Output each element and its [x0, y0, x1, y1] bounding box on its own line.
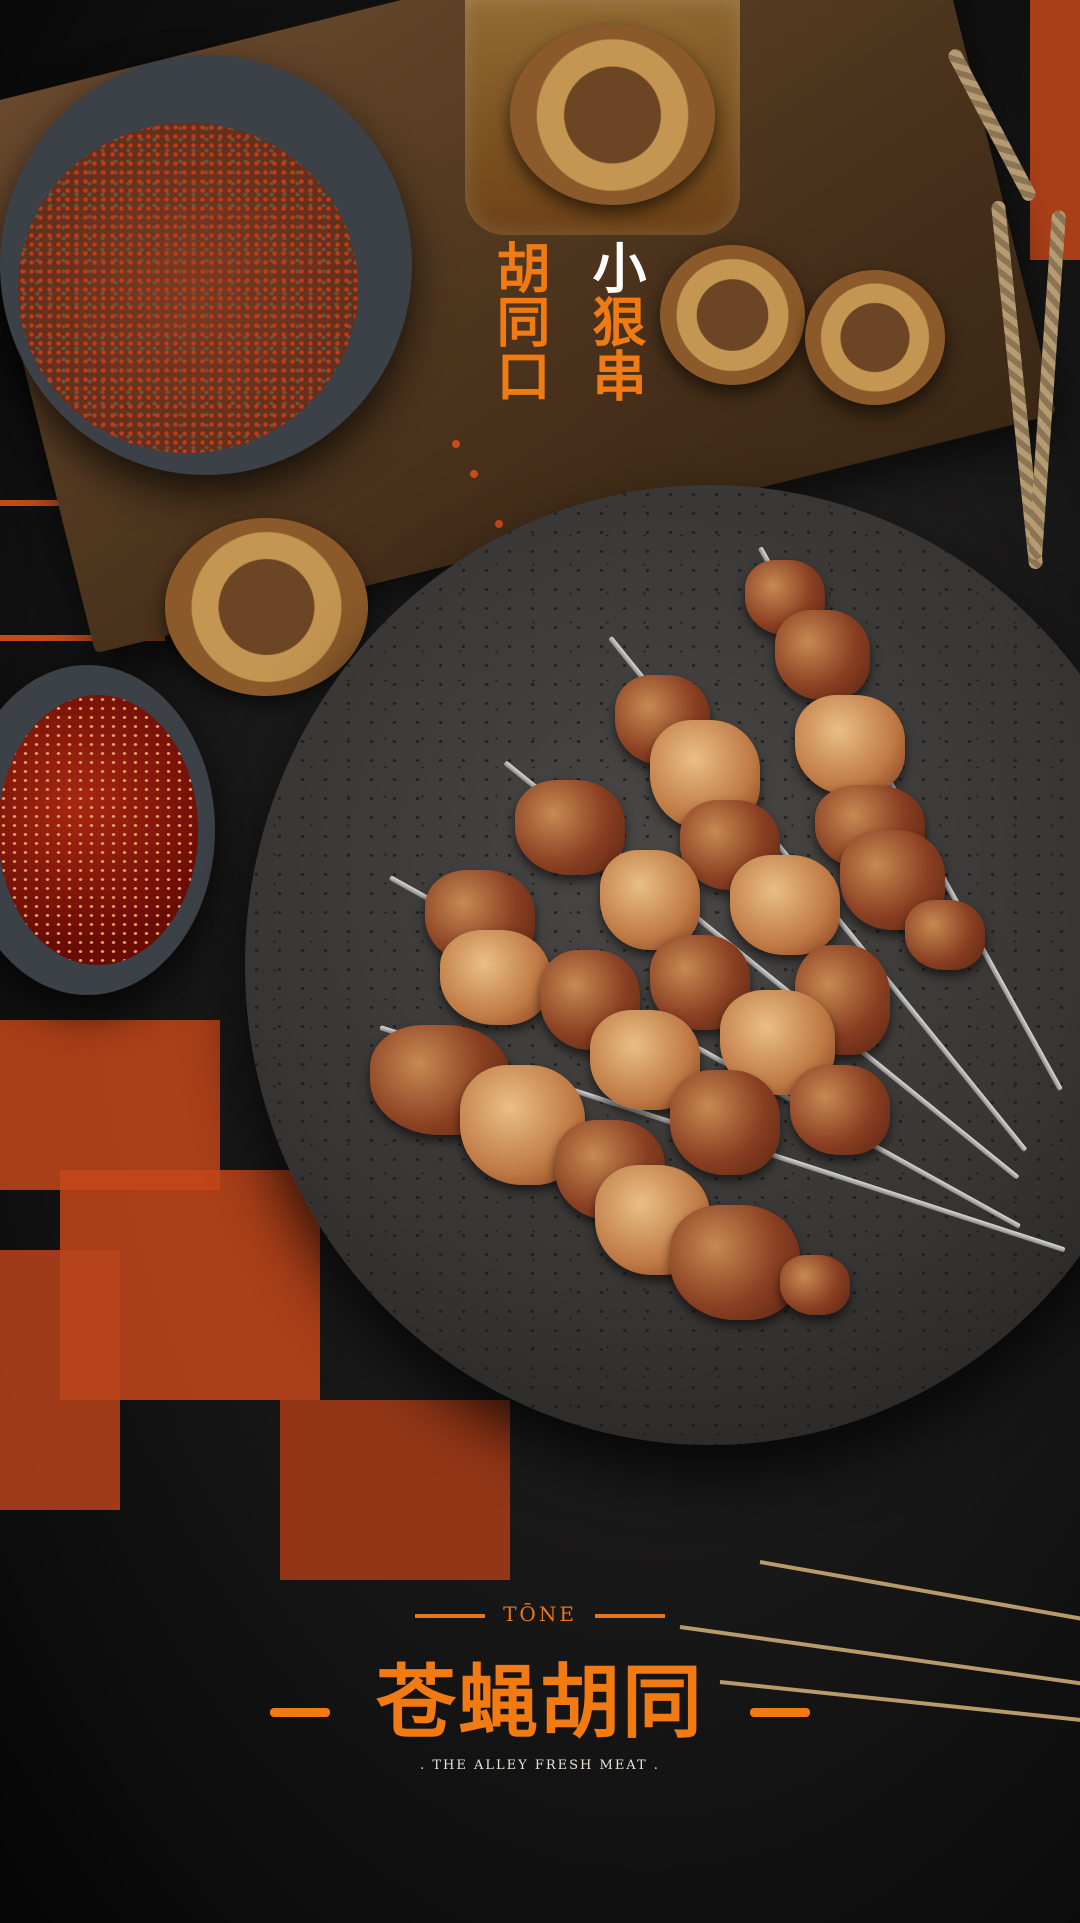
- chili-flake: [452, 440, 460, 448]
- chili-oil-bowl: [0, 665, 215, 995]
- chili-oil: [0, 695, 198, 965]
- meat-chunk: [790, 1065, 890, 1155]
- spice-mix: [18, 123, 358, 453]
- poster-scene: 胡同口 小狠串 TŌNE 苍蝇胡同 . THE ALLEY FRESH MEAT…: [0, 0, 1080, 1923]
- meat-chunk: [775, 610, 870, 700]
- brand-name: 苍蝇胡同: [376, 1656, 704, 1749]
- title-first-char: 小: [583, 240, 647, 294]
- dried-lemon-slice: [660, 245, 805, 385]
- meat-chunk: [780, 1255, 850, 1315]
- brand-slogan: . THE ALLEY FRESH MEAT .: [420, 1758, 660, 1773]
- meat-chunk: [905, 900, 985, 970]
- chili-flake: [495, 520, 503, 528]
- cloth-pattern: [0, 1250, 120, 1510]
- lemon-slice-in-glass: [510, 25, 715, 205]
- cloth-pattern: [0, 1020, 220, 1190]
- meat-chunk: [440, 930, 550, 1025]
- cloth-pattern: [280, 1400, 510, 1580]
- spice-bowl: [0, 55, 412, 475]
- meat-chunk: [515, 780, 625, 875]
- title-skewer-name: 小狠串: [583, 240, 647, 402]
- dried-lemon-slice: [805, 270, 945, 405]
- dried-lemon-slice: [165, 518, 368, 696]
- meat-chunk: [670, 1205, 800, 1320]
- meat-chunk: [670, 1070, 780, 1175]
- cloth-pattern: [0, 500, 60, 506]
- brand-logo: TŌNE 苍蝇胡同 . THE ALLEY FRESH MEAT .: [270, 1590, 810, 1790]
- meat-chunk: [795, 695, 905, 795]
- title-alley-entrance: 胡同口: [487, 240, 551, 402]
- chili-flake: [470, 470, 478, 478]
- meat-chunk: [730, 855, 840, 955]
- title-rest: 狠串: [583, 294, 647, 402]
- brand-tag: TŌNE: [270, 1602, 810, 1626]
